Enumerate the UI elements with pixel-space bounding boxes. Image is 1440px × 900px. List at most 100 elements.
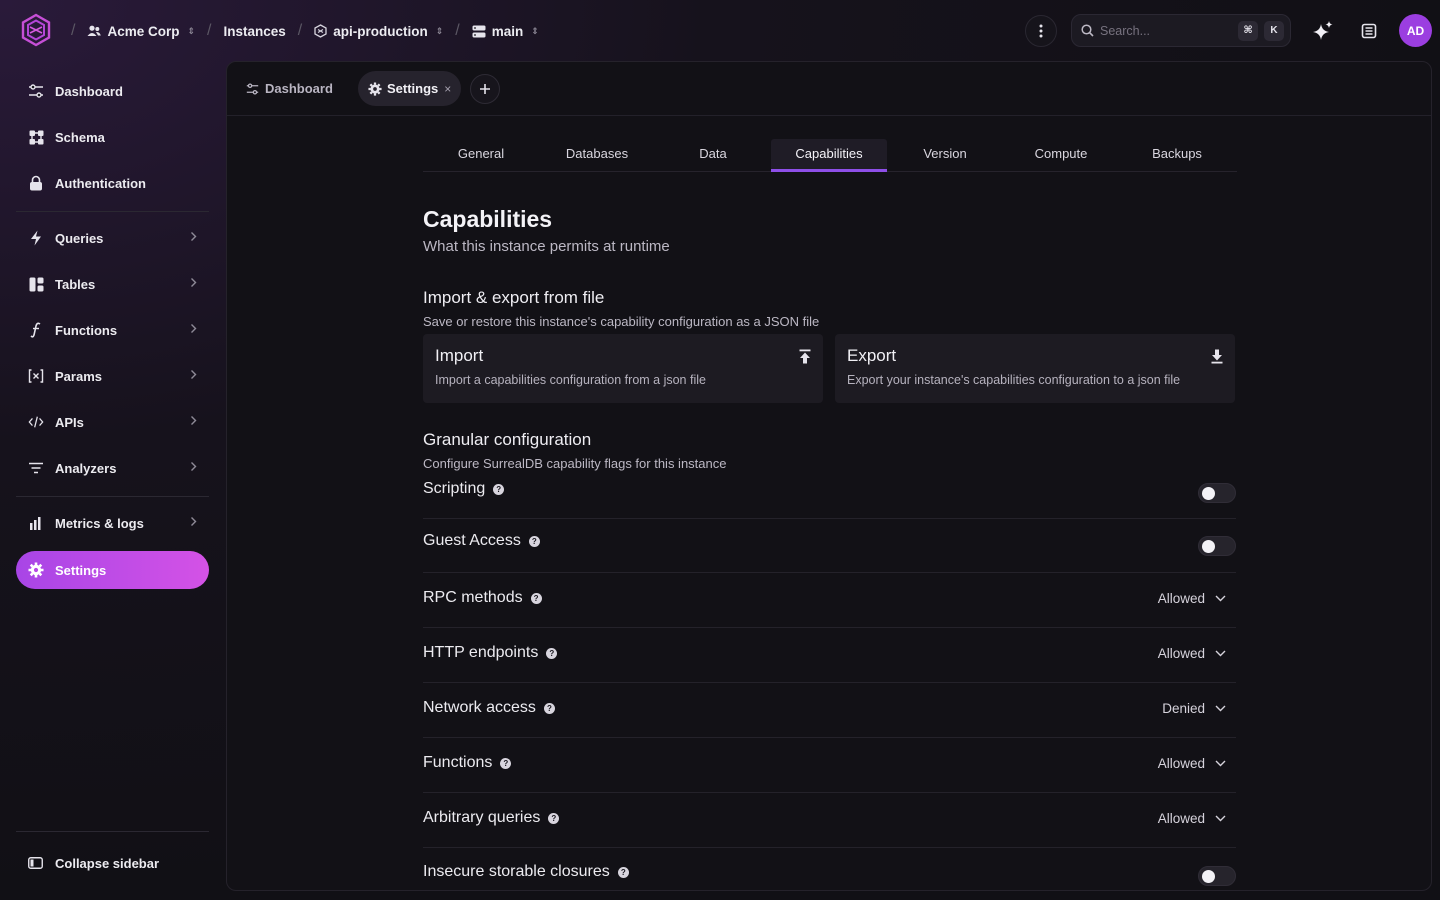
sidebar-item-tables[interactable]: Tables: [16, 265, 209, 303]
shortcut-k-key: K: [1264, 20, 1284, 41]
select-value: Allowed: [1157, 591, 1205, 606]
capability-row-arbitrary-queries: Arbitrary queries ? Allowed: [423, 793, 1236, 848]
sidebar-item-label: Authentication: [55, 175, 146, 191]
sidebar-item-label: APIs: [55, 414, 84, 430]
collapse-sidebar-label: Collapse sidebar: [55, 855, 160, 871]
scripting-toggle[interactable]: [1198, 483, 1236, 503]
surrealdb-logo-icon[interactable]: [20, 13, 52, 47]
gear-icon: [368, 81, 382, 96]
schema-icon: [28, 129, 44, 145]
branch-name: main: [491, 23, 524, 39]
insecure-closures-toggle[interactable]: [1198, 866, 1236, 886]
search-input[interactable]: Search... ⌘ K: [1071, 14, 1291, 47]
help-icon[interactable]: ?: [546, 647, 558, 659]
more-options-button[interactable]: [1025, 14, 1057, 47]
breadcrumb-branch[interactable]: main ⇕: [469, 20, 542, 43]
ai-assistant-button[interactable]: [1307, 15, 1339, 47]
capability-name: Functions: [423, 754, 493, 771]
guest-access-toggle[interactable]: [1198, 536, 1236, 556]
sidebar-item-settings[interactable]: Settings: [16, 551, 209, 589]
tab-version[interactable]: Version: [887, 139, 1003, 171]
chevron-right-icon: [191, 370, 197, 379]
filter-icon: [28, 460, 44, 476]
capability-row-insecure-storable-closures: Insecure storable closures ?: [423, 848, 1236, 890]
breadcrumb-org[interactable]: Acme Corp ⇕: [84, 20, 198, 43]
settings-tabs: General Databases Data Capabilities Vers…: [423, 139, 1237, 172]
help-icon[interactable]: ?: [548, 812, 560, 824]
toggle-knob: [1202, 487, 1215, 500]
tab-dashboard[interactable]: Dashboard: [236, 71, 343, 106]
sidebar-item-analyzers[interactable]: Analyzers: [16, 449, 209, 487]
tab-general[interactable]: General: [423, 139, 539, 171]
sidebar-item-label: Queries: [55, 230, 104, 246]
capability-label: Functions ?: [423, 754, 512, 772]
http-endpoints-select[interactable]: Allowed: [1158, 646, 1226, 661]
network-access-select[interactable]: Denied: [1162, 701, 1226, 716]
instance-name: api-production: [333, 23, 428, 39]
tab-data[interactable]: Data: [655, 139, 771, 171]
capability-label: Guest Access ?: [423, 532, 540, 550]
sidebar-item-metrics-logs[interactable]: Metrics & logs: [16, 504, 209, 542]
capability-name: HTTP endpoints: [423, 644, 539, 661]
add-tab-button[interactable]: [470, 74, 500, 104]
sidebar-divider: [16, 831, 209, 832]
help-icon[interactable]: ?: [528, 535, 540, 547]
rpc-methods-select[interactable]: Allowed: [1158, 591, 1226, 606]
capability-label: Insecure storable closures ?: [423, 863, 629, 881]
sidebar-item-authentication[interactable]: Authentication: [16, 164, 209, 202]
tab-databases[interactable]: Databases: [539, 139, 655, 171]
upload-icon: [799, 349, 811, 364]
toggle-knob: [1202, 540, 1215, 553]
collapse-sidebar-button[interactable]: Collapse sidebar: [16, 848, 209, 878]
breadcrumb-instances[interactable]: Instances: [220, 20, 288, 43]
user-avatar[interactable]: AD: [1399, 14, 1432, 47]
sidebar: Dashboard Schema Authentication Queries …: [16, 68, 209, 900]
capability-row-rpc-methods: RPC methods ? Allowed: [423, 573, 1236, 628]
tab-compute[interactable]: Compute: [1003, 139, 1119, 171]
functions-select[interactable]: Allowed: [1158, 756, 1226, 771]
breadcrumb-separator: /: [71, 22, 76, 39]
capability-name: Guest Access: [423, 532, 521, 549]
sidebar-item-schema[interactable]: Schema: [16, 118, 209, 156]
breadcrumb-separator: /: [297, 22, 303, 39]
sidebar-item-params[interactable]: Params: [16, 357, 209, 395]
sidebar-item-functions[interactable]: Functions: [16, 311, 209, 349]
tab-capabilities[interactable]: Capabilities: [771, 139, 887, 172]
tab-settings[interactable]: Settings ×: [358, 71, 462, 106]
import-card[interactable]: Import Import a capabilities configurati…: [423, 334, 823, 403]
sidebar-item-dashboard[interactable]: Dashboard: [16, 72, 209, 110]
capability-label: Scripting ?: [423, 480, 505, 498]
search-placeholder: Search...: [1100, 23, 1151, 38]
download-icon: [1211, 349, 1223, 364]
import-export-subtitle: Save or restore this instance's capabili…: [423, 314, 820, 329]
docs-button[interactable]: [1353, 15, 1385, 47]
help-icon[interactable]: ?: [617, 866, 629, 878]
sidebar-item-apis[interactable]: APIs: [16, 403, 209, 441]
bar-chart-icon: [28, 515, 44, 531]
close-tab-icon[interactable]: ×: [444, 82, 451, 96]
breadcrumb-separator: /: [455, 22, 460, 39]
chevron-down-icon: [1215, 595, 1226, 602]
help-icon[interactable]: ?: [500, 757, 512, 769]
search-icon: [1081, 24, 1094, 37]
sidebar-item-queries[interactable]: Queries: [16, 219, 209, 257]
function-icon: [28, 322, 44, 338]
chevron-right-icon: [191, 278, 197, 287]
import-title: Import: [435, 346, 484, 365]
help-icon[interactable]: ?: [493, 483, 505, 495]
capability-name: Scripting: [423, 480, 486, 497]
breadcrumb-instance[interactable]: api-production ⇕: [311, 20, 446, 43]
capability-name: Insecure storable closures: [423, 863, 610, 880]
tab-backups[interactable]: Backups: [1119, 139, 1235, 171]
help-icon[interactable]: ?: [543, 702, 555, 714]
help-icon[interactable]: ?: [530, 592, 542, 604]
chevron-down-icon: [1215, 705, 1226, 712]
arbitrary-queries-select[interactable]: Allowed: [1158, 811, 1226, 826]
sliders-icon: [28, 83, 44, 99]
capability-row-network-access: Network access ? Denied: [423, 683, 1236, 738]
capability-label: HTTP endpoints ?: [423, 644, 558, 662]
capability-name: RPC methods: [423, 589, 523, 606]
params-icon: [28, 368, 44, 384]
export-card[interactable]: Export Export your instance's capabiliti…: [835, 334, 1235, 403]
org-name: Acme Corp: [107, 23, 180, 39]
